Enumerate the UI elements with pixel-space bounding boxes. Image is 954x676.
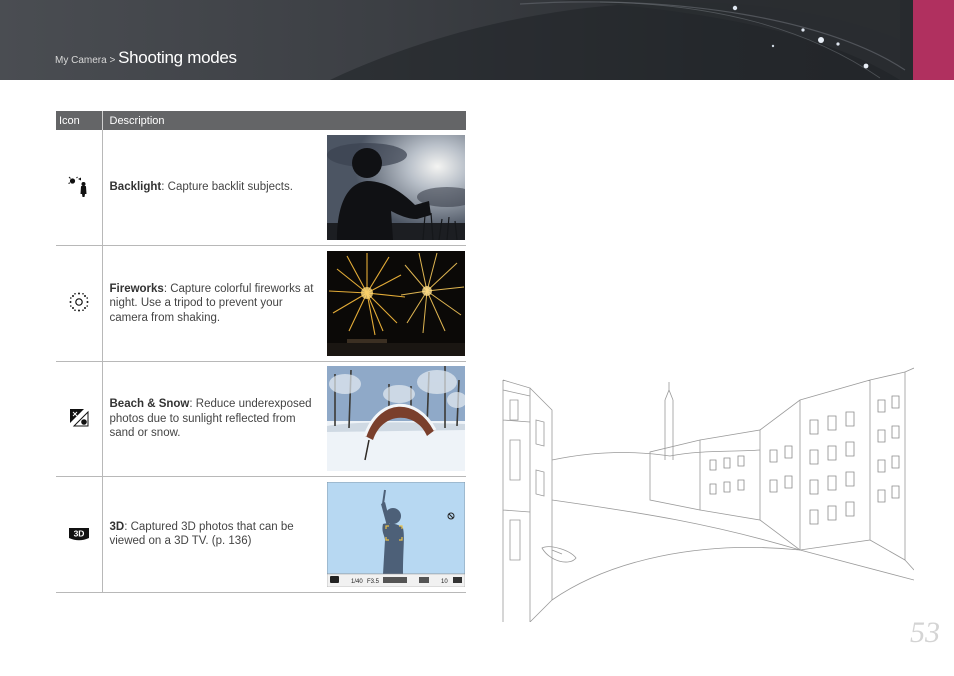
breadcrumb-parent[interactable]: My Camera	[55, 55, 107, 66]
beach-snow-sample-photo	[327, 366, 465, 472]
breadcrumb-separator: >	[106, 55, 119, 66]
breadcrumb: My Camera > Shooting modes	[55, 48, 237, 68]
icon-cell: 3D	[56, 476, 103, 592]
table-row: Backlight: Capture backlit subjects.	[56, 130, 466, 246]
mode-name: Fireworks	[109, 282, 164, 295]
header-accent-bar	[913, 0, 954, 80]
description-cell: Backlight: Capture backlit subjects.	[102, 130, 327, 246]
image-cell	[327, 130, 466, 246]
table-row: Beach & Snow: Reduce underexposed photos…	[56, 361, 466, 477]
image-cell: 1/40 F3.5 10	[327, 477, 466, 593]
svg-text:3D: 3D	[73, 528, 84, 538]
description-cell: 3D: Captured 3D photos that can be viewe…	[102, 477, 327, 593]
lcd-aperture: F3.5	[367, 579, 380, 585]
description-cell: Fireworks: Capture colorful fireworks at…	[102, 246, 327, 362]
table-row: Fireworks: Capture colorful fireworks at…	[56, 245, 466, 362]
column-header-description: Description	[102, 111, 466, 130]
town-sketch-illustration	[502, 367, 914, 622]
page-number: 53	[910, 616, 940, 649]
page-title: Shooting modes	[118, 48, 237, 67]
backlight-icon	[68, 176, 87, 197]
beach-snow-icon	[69, 409, 89, 427]
fireworks-sample-photo	[327, 250, 465, 356]
backlight-sample-photo	[327, 135, 465, 240]
lcd-shot-count: 10	[441, 579, 448, 585]
mode-name: Beach & Snow	[109, 398, 190, 410]
3d-icon: 3D	[68, 527, 89, 540]
page-header: My Camera > Shooting modes	[0, 0, 954, 80]
icon-cell	[56, 361, 103, 477]
shooting-modes-table: Icon Description Backlight: Capture back…	[56, 111, 466, 593]
image-cell	[327, 246, 466, 362]
image-cell	[327, 361, 466, 477]
icon-cell	[56, 245, 103, 361]
mode-description: : Captured 3D photos that can be viewed …	[109, 520, 294, 548]
mode-description: : Capture backlit subjects.	[161, 181, 293, 194]
mode-name: 3D	[109, 520, 125, 533]
description-cell: Beach & Snow: Reduce underexposed photos…	[102, 361, 327, 477]
mode-name: Backlight	[109, 181, 162, 194]
table-row: 3D 3D: Captured 3D photos that can be vi…	[56, 476, 466, 593]
icon-cell	[56, 130, 103, 246]
lcd-shutter-speed: 1/40	[351, 579, 363, 585]
3d-lcd-preview: 1/40 F3.5 10	[327, 481, 465, 587]
table-header-row: Icon Description	[56, 111, 466, 130]
fireworks-icon	[69, 292, 89, 312]
column-header-icon: Icon	[56, 111, 103, 130]
header-swoosh-decoration	[330, 0, 906, 80]
